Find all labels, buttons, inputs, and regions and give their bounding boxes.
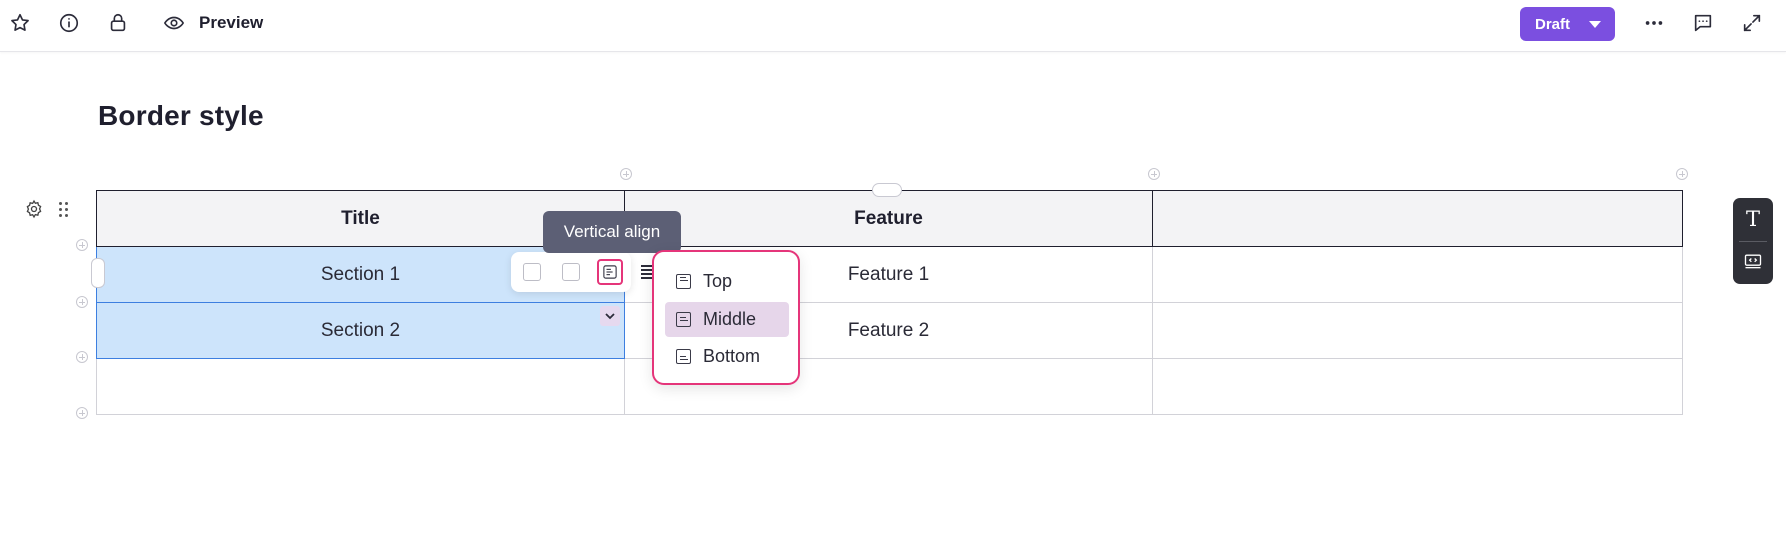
align-middle-icon: [676, 312, 691, 327]
cell-border-button[interactable]: [562, 263, 580, 281]
table-cell[interactable]: [96, 358, 625, 415]
insert-row-icon[interactable]: [76, 296, 88, 308]
cell-format-toolbar: [511, 252, 631, 292]
preview-button[interactable]: Preview: [199, 13, 263, 33]
table-cell-selected[interactable]: Section 2: [96, 302, 625, 359]
insert-row-icon[interactable]: [76, 407, 88, 419]
more-icon[interactable]: [1642, 11, 1666, 35]
menu-item-middle[interactable]: Middle: [665, 302, 789, 337]
table-header-cell[interactable]: [1152, 190, 1683, 247]
vertical-align-icon: [603, 265, 617, 279]
table-cell[interactable]: [1152, 358, 1683, 415]
drag-handle-icon[interactable]: [58, 201, 70, 217]
table-row: [96, 358, 1683, 415]
column-resize-handle[interactable]: [872, 183, 902, 197]
lock-icon[interactable]: [106, 11, 130, 35]
menu-item-top[interactable]: Top: [665, 264, 789, 299]
table-header-cell[interactable]: Feature: [624, 190, 1153, 247]
vertical-align-menu: Top Middle Bottom: [652, 250, 800, 385]
menu-item-label: Bottom: [703, 346, 761, 366]
table-cell[interactable]: [1152, 246, 1683, 303]
row-drag-handle[interactable]: [91, 258, 105, 288]
eye-icon[interactable]: [162, 11, 186, 35]
vertical-align-tooltip: Vertical align: [543, 211, 681, 253]
vertical-align-button[interactable]: [597, 259, 623, 285]
gear-icon[interactable]: [24, 199, 44, 219]
menu-item-label: Top: [703, 271, 733, 291]
align-top-icon: [676, 274, 691, 289]
menu-item-label: Middle: [703, 309, 757, 329]
expand-icon[interactable]: [1740, 11, 1764, 35]
top-toolbar: Preview Draft: [0, 0, 1786, 52]
info-icon[interactable]: [57, 11, 81, 35]
embed-icon[interactable]: [1741, 249, 1765, 273]
caret-down-icon: [1589, 21, 1601, 28]
star-icon[interactable]: [8, 11, 32, 35]
comment-icon[interactable]: [1691, 11, 1715, 35]
table-row: Section 2 Feature 2: [96, 302, 1683, 359]
insert-row-icon[interactable]: [76, 351, 88, 363]
menu-item-bottom[interactable]: Bottom: [665, 339, 789, 374]
insert-column-icon[interactable]: [1676, 168, 1688, 180]
draft-label: Draft: [1535, 15, 1571, 33]
insert-row-icon[interactable]: [76, 239, 88, 251]
align-bottom-icon: [676, 349, 691, 364]
table-row: Section 1 Feature 1: [96, 246, 1683, 303]
side-tool-panel: T: [1733, 198, 1773, 284]
cell-background-button[interactable]: [523, 263, 541, 281]
table-header-row: Title Feature: [96, 190, 1683, 247]
text-icon[interactable]: T: [1741, 207, 1765, 231]
page-title[interactable]: Border style: [98, 100, 264, 132]
divider: [1739, 241, 1767, 242]
table-cell[interactable]: [1152, 302, 1683, 359]
insert-column-icon[interactable]: [1148, 168, 1160, 180]
content-table: Title Feature Section 1 Feature 1 Sectio…: [96, 190, 1683, 415]
cell-menu-chevron-icon[interactable]: [600, 306, 620, 326]
insert-column-icon[interactable]: [620, 168, 632, 180]
draft-status-button[interactable]: Draft: [1520, 7, 1615, 41]
